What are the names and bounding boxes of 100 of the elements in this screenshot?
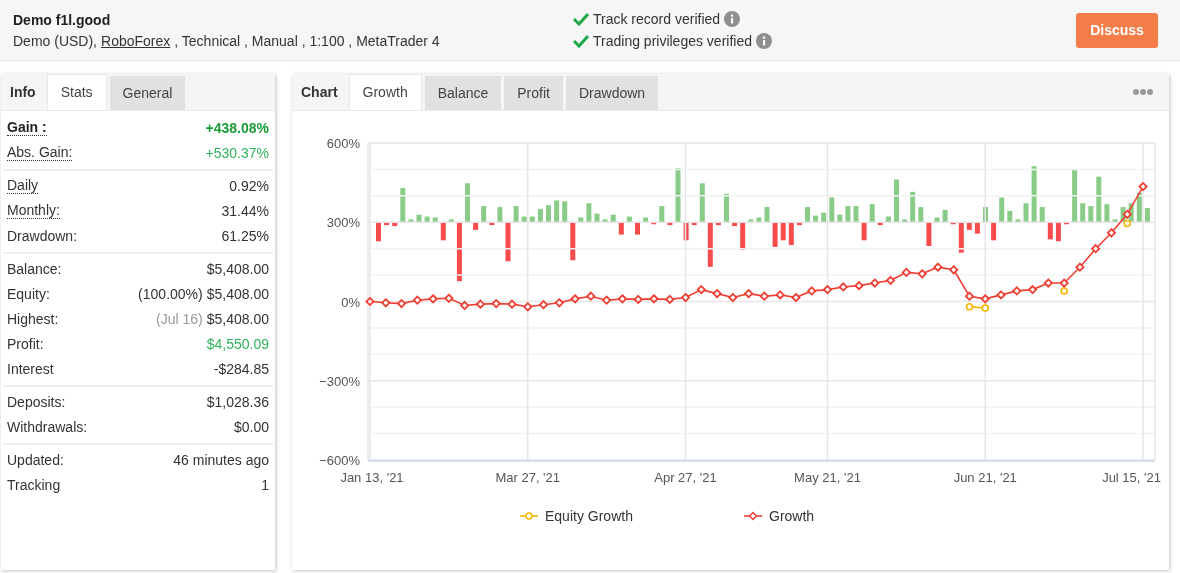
stat-label: Withdrawals: [7, 418, 88, 437]
daily-bar [934, 217, 940, 223]
daily-bar [505, 222, 511, 262]
tab[interactable]: Balance [424, 76, 502, 110]
stat-value: +438.08% [205, 119, 269, 138]
data-point [917, 268, 927, 279]
data-point [412, 295, 423, 306]
stat-value: $5,408.00 [206, 310, 269, 329]
data-point [491, 298, 502, 309]
stat-label: Drawdown: [7, 227, 78, 246]
daily-bar [578, 217, 584, 223]
daily-bar [877, 222, 883, 226]
data-point [365, 296, 375, 307]
stat-label: Tracking [7, 476, 61, 495]
data-point [901, 267, 912, 278]
daily-bar [772, 222, 778, 247]
data-point [380, 297, 391, 308]
daily-bar [400, 188, 406, 223]
tab[interactable]: Profit [504, 76, 563, 110]
daily-bar [1144, 208, 1150, 223]
verification-label: Trading privileges verified [593, 31, 752, 51]
data-point [854, 280, 864, 291]
daily-bar [376, 222, 381, 242]
daily-bar [1031, 166, 1037, 223]
tab[interactable]: General [109, 76, 186, 110]
data-point [712, 288, 722, 299]
x-axis-label: Apr 27, '21 [654, 470, 717, 485]
daily-bar [796, 222, 802, 226]
daily-bar [554, 200, 560, 223]
legend-label[interactable]: Growth [769, 508, 815, 524]
daily-bar [950, 222, 956, 225]
stat-label: Daily [7, 177, 39, 194]
legend-label[interactable]: Equity Growth [545, 508, 633, 524]
tab[interactable]: Drawdown [565, 76, 659, 110]
data-point [885, 275, 896, 286]
stat-value: $1,028.36 [206, 393, 269, 412]
data-point [1122, 209, 1133, 220]
daily-bar [1023, 203, 1029, 223]
verification-label: Track record verified [593, 9, 721, 29]
data-point [965, 302, 974, 311]
daily-bar [521, 216, 527, 223]
data-point [1059, 278, 1069, 288]
daily-bar [481, 206, 487, 223]
info-icon[interactable] [756, 33, 772, 49]
daily-bar [983, 207, 988, 223]
data-point [601, 295, 612, 306]
tab[interactable]: Growth [348, 74, 422, 110]
data-point [1011, 286, 1022, 296]
data-point [1027, 284, 1038, 295]
data-point [617, 294, 628, 304]
data-point [948, 264, 959, 275]
more-options-icon[interactable] [1133, 89, 1153, 95]
stat-value: $5,408.00 [206, 285, 269, 304]
daily-bar [829, 197, 835, 223]
daily-bar [805, 207, 810, 223]
stat-value: -$284.85 [213, 360, 269, 379]
data-point [838, 282, 849, 292]
stat-label: Updated: [7, 451, 64, 470]
daily-bar [707, 222, 713, 267]
data-point [791, 292, 801, 303]
data-point [649, 294, 659, 304]
account-title: Demo f1l.good [13, 10, 112, 29]
data-point [964, 291, 975, 302]
data-point [696, 284, 707, 295]
data-point [396, 298, 407, 309]
info-icon[interactable] [724, 11, 741, 27]
daily-bar [740, 222, 746, 250]
daily-bar [966, 222, 972, 230]
tab[interactable]: Stats [46, 74, 107, 110]
stat-value: $0.00 [233, 418, 269, 437]
daily-bar [602, 219, 608, 223]
daily-bar [845, 206, 851, 223]
stat-label: Monthly: [7, 202, 60, 219]
broker-link[interactable]: RoboForex [101, 31, 171, 50]
stat-value: 31.44% [221, 202, 269, 221]
daily-bar [610, 214, 616, 223]
stat-label: Equity: [7, 285, 50, 304]
daily-bar [513, 206, 519, 223]
y-axis-label: 0% [341, 294, 360, 310]
x-axis-label: May 21, '21 [794, 470, 861, 485]
daily-bar [958, 222, 964, 253]
daily-bar [1039, 207, 1045, 223]
daily-bar [465, 183, 470, 223]
stat-label: Profit: [7, 335, 44, 354]
stat-value: 46 minutes ago [173, 451, 269, 470]
stat-label: Highest: [7, 310, 59, 329]
panel-heading: Chart [300, 82, 339, 102]
daily-bar [699, 183, 705, 223]
daily-bar [448, 219, 454, 223]
data-point [1106, 227, 1117, 238]
daily-bar [529, 216, 535, 223]
data-point [664, 294, 675, 305]
data-point [570, 294, 580, 304]
daily-bar [651, 222, 657, 225]
data-point [522, 301, 533, 312]
daily-bar [570, 222, 576, 261]
daily-bar [594, 213, 600, 223]
stat-value: 61.25% [221, 227, 269, 246]
stat-value: 0.92% [229, 177, 269, 196]
daily-bar [724, 193, 729, 223]
